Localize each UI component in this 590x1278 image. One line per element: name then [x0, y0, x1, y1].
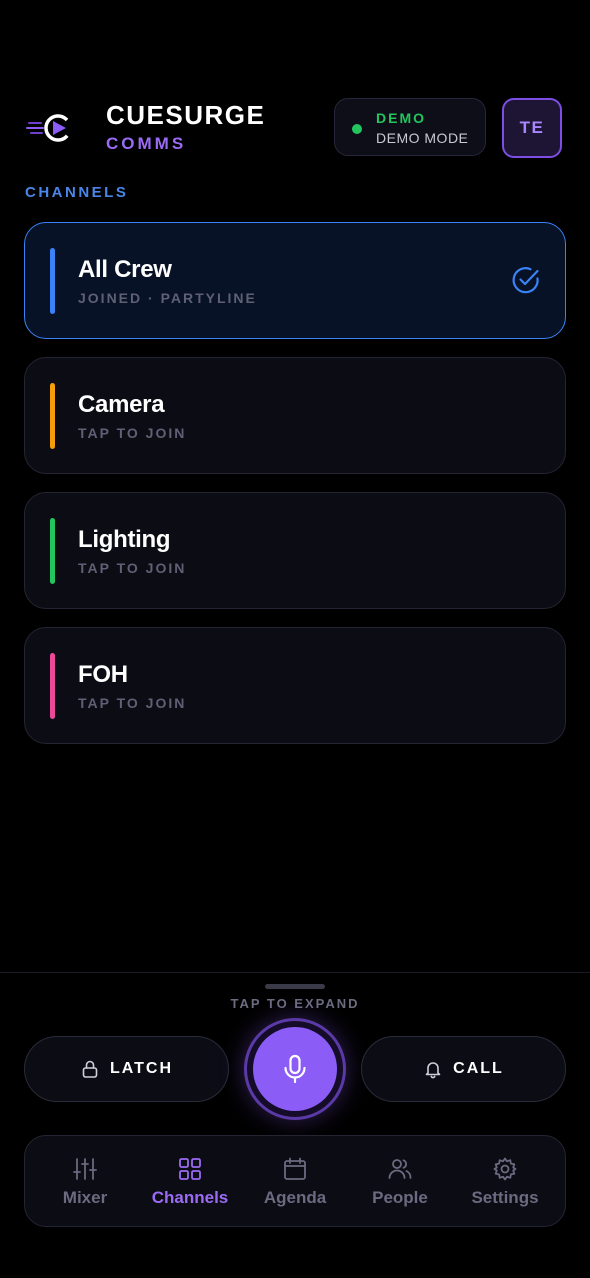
latch-label: LATCH	[109, 1060, 174, 1077]
channel-color-bar	[50, 248, 55, 314]
nav-item-people[interactable]: People	[346, 1136, 454, 1228]
channel-status: TAP TO JOIN	[78, 560, 187, 576]
channel-name: All Crew	[78, 256, 172, 283]
channel-color-bar	[50, 518, 55, 584]
channel-name: FOH	[78, 661, 128, 688]
app-header: CUESURGE COMMS DEMO DEMO MODE TE	[0, 96, 590, 160]
nav-item-channels[interactable]: Channels	[136, 1136, 244, 1228]
bottom-nav: Mixer Channels Agenda People Settings	[24, 1135, 566, 1227]
brand-subtitle: COMMS	[106, 134, 187, 153]
call-button[interactable]: CALL	[361, 1036, 566, 1102]
gear-icon	[493, 1157, 517, 1181]
channel-status: TAP TO JOIN	[78, 425, 187, 441]
channel-color-bar	[50, 653, 55, 719]
channel-card-camera[interactable]: Camera TAP TO JOIN	[24, 357, 566, 474]
channel-name: Lighting	[78, 526, 171, 553]
demo-mode-text: DEMO MODE	[376, 130, 469, 146]
expand-label[interactable]: TAP TO EXPAND	[0, 996, 590, 1011]
channel-color-bar	[50, 383, 55, 449]
brand-title: CUESURGE	[106, 100, 266, 130]
channel-name: Camera	[78, 391, 165, 418]
nav-label: Agenda	[263, 1188, 327, 1207]
channel-card-lighting[interactable]: Lighting TAP TO JOIN	[24, 492, 566, 609]
channel-status: JOINED · PARTYLINE	[78, 290, 257, 306]
nav-item-mixer[interactable]: Mixer	[31, 1136, 139, 1228]
check-circle-icon	[512, 267, 539, 294]
user-avatar-button[interactable]: TE	[502, 98, 562, 158]
channels-section-title: CHANNELS	[25, 184, 129, 201]
bottom-panel-divider	[0, 972, 590, 973]
channel-card-all-crew[interactable]: All Crew JOINED · PARTYLINE	[24, 222, 566, 339]
nav-item-settings[interactable]: Settings	[451, 1136, 559, 1228]
nav-label: People	[372, 1188, 428, 1207]
latch-button[interactable]: LATCH	[24, 1036, 229, 1102]
sliders-icon	[73, 1158, 97, 1180]
app-logo-icon	[26, 114, 72, 142]
channel-status: TAP TO JOIN	[78, 695, 187, 711]
bell-icon	[425, 1062, 441, 1079]
lock-icon	[82, 1060, 98, 1078]
demo-mode-badge[interactable]: DEMO DEMO MODE	[334, 98, 486, 156]
people-icon	[388, 1159, 412, 1179]
microphone-icon	[284, 1054, 306, 1084]
calendar-icon	[284, 1157, 306, 1180]
talk-button[interactable]	[253, 1027, 337, 1111]
channel-card-foh[interactable]: FOH TAP TO JOIN	[24, 627, 566, 744]
nav-label: Mixer	[62, 1188, 108, 1207]
status-dot-icon	[352, 124, 362, 134]
grid-icon	[179, 1158, 201, 1180]
nav-label: Channels	[151, 1188, 229, 1207]
call-label: CALL	[453, 1060, 504, 1077]
nav-item-agenda[interactable]: Agenda	[241, 1136, 349, 1228]
demo-label: DEMO	[376, 110, 426, 126]
nav-label: Settings	[471, 1188, 539, 1207]
expand-handle[interactable]	[265, 984, 325, 989]
